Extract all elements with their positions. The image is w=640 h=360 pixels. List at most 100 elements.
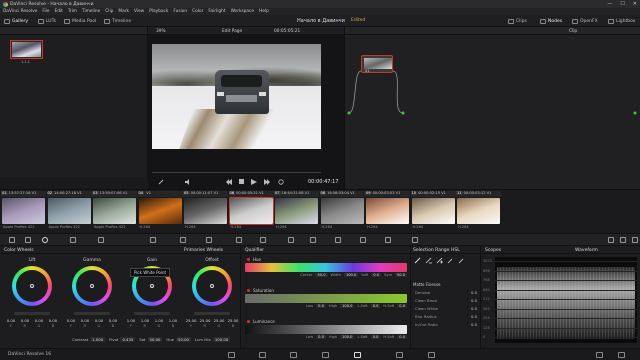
menu-fairlight[interactable]: Fairlight <box>208 9 225 14</box>
stop-icon[interactable] <box>239 179 245 185</box>
menu-clip[interactable]: Clip <box>105 9 113 14</box>
wheel-value-r[interactable]: 25.00 <box>200 318 211 323</box>
hue-sym-value[interactable]: 50.0 <box>394 273 407 277</box>
corrector-node-01[interactable]: 01 <box>361 55 393 73</box>
color-wheel[interactable] <box>72 266 112 306</box>
menu-trim[interactable]: Trim <box>68 9 77 14</box>
master-wheel-slider[interactable] <box>194 312 230 315</box>
menu-color[interactable]: Color <box>192 9 203 14</box>
page-fairlight-icon[interactable] <box>396 352 403 358</box>
lum-high-value[interactable]: 100.0 <box>340 335 355 339</box>
media-pool-button[interactable]: Media Pool <box>64 17 96 25</box>
wheel-value-r[interactable]: 0.00 <box>81 318 89 323</box>
palette-icon[interactable] <box>310 237 316 243</box>
wheel-value-y[interactable]: 0.00 <box>67 318 75 323</box>
wheel-value-r[interactable]: 0.00 <box>21 318 29 323</box>
clip-thumbnail[interactable]: 09 00:00:03:03 V1 H.264 <box>365 190 410 234</box>
zoom-level[interactable]: 39% <box>156 29 166 34</box>
color-wheel[interactable] <box>192 266 232 306</box>
gallery-button[interactable]: Gallery <box>4 17 28 25</box>
wheel-handle[interactable] <box>210 284 214 288</box>
matte-finesse-row[interactable]: In/Out Ratio 0.0 <box>411 321 481 329</box>
matte-finesse-row[interactable]: Blur Radius 0.0 <box>411 313 481 321</box>
audio-icon[interactable] <box>184 179 190 185</box>
palette-icon[interactable] <box>98 237 104 243</box>
master-wheel-slider[interactable] <box>74 312 110 315</box>
scrubber-bar[interactable] <box>152 172 321 173</box>
palette-icon[interactable] <box>620 237 626 243</box>
adjust-value[interactable]: 100.00 <box>212 336 231 342</box>
lum-low-value[interactable]: 0.0 <box>316 335 326 339</box>
wheel-value-b[interactable]: 0.00 <box>49 318 57 323</box>
home-icon[interactable] <box>596 352 603 358</box>
clip-thumbnail[interactable]: 05 00:00:11:07 V1 H.264 <box>183 190 228 234</box>
adjust-value[interactable]: 50.00 <box>147 336 163 342</box>
clip-thumbnail[interactable]: 01 13:57:27:16 V1 Apple ProRes 422 <box>1 190 46 234</box>
palette-icon[interactable] <box>236 237 242 243</box>
clip-thumbnail[interactable]: 06 00:00:05:21 V1 H.264 <box>228 190 274 234</box>
scope-mode-select[interactable]: Waveform <box>575 248 598 253</box>
palette-icon[interactable] <box>9 237 15 243</box>
wheel-handle[interactable] <box>90 284 94 288</box>
wheel-value-g[interactable]: 0.00 <box>95 318 103 323</box>
pen-tool-icon[interactable] <box>158 179 164 185</box>
luts-button[interactable]: LUTs <box>38 17 56 25</box>
palette-icon[interactable] <box>385 237 391 243</box>
menu-playback[interactable]: Playback <box>149 9 168 14</box>
palette-icon[interactable] <box>608 237 614 243</box>
timeline-button[interactable]: Timeline <box>104 17 131 25</box>
qualifier-mode-select[interactable]: HSL <box>451 248 460 253</box>
wheel-handle[interactable] <box>30 284 34 288</box>
fast-forward-icon[interactable] <box>264 179 270 185</box>
close-button[interactable]: ✕ <box>633 0 637 8</box>
clip-thumbnail[interactable]: 11 00:00:03:12 V1 H.264 <box>456 190 501 234</box>
wheel-value-b[interactable]: 25.00 <box>228 318 239 323</box>
palette-icon[interactable] <box>25 237 31 243</box>
node-mode-select[interactable]: Clip <box>569 29 577 34</box>
picker-minus-icon[interactable] <box>425 257 432 264</box>
loop-icon[interactable] <box>278 179 284 185</box>
palette-icon[interactable] <box>70 237 76 243</box>
menu-timeline[interactable]: Timeline <box>82 9 100 14</box>
palette-icon[interactable] <box>360 237 366 243</box>
palette-icon[interactable] <box>412 237 418 243</box>
clip-thumbnail[interactable]: 03 13:50:07:06 V1 Apple ProRes 422 <box>92 190 137 234</box>
palette-icon[interactable] <box>42 237 48 243</box>
master-wheel-slider[interactable] <box>14 312 50 315</box>
page-color-icon[interactable] <box>354 352 361 358</box>
matte-finesse-row[interactable]: Denoise 0.0 <box>411 289 481 297</box>
wheel-value-g[interactable]: 1.00 <box>155 318 163 323</box>
adjust-value[interactable]: 0.435 <box>120 336 136 342</box>
menu-workspace[interactable]: Workspace <box>231 9 255 14</box>
play-icon[interactable] <box>251 179 257 185</box>
settings-icon[interactable] <box>618 352 625 358</box>
wheel-value-g[interactable]: 0.00 <box>35 318 43 323</box>
gallery-still[interactable] <box>10 40 43 59</box>
page-cut-icon[interactable] <box>259 352 266 358</box>
wheel-value-y[interactable]: 0.00 <box>7 318 15 323</box>
menu-edit[interactable]: Edit <box>55 9 63 14</box>
palette-icon[interactable] <box>180 237 186 243</box>
clip-thumbnail[interactable]: 07 16:44:31:08 V1 H.264 <box>274 190 319 234</box>
palette-icon[interactable] <box>260 237 266 243</box>
sat-hsoft-value[interactable]: 0.0 <box>397 304 407 308</box>
hue-bar[interactable] <box>245 263 407 272</box>
adjust-value[interactable]: 50.00 <box>176 336 191 342</box>
page-fusion-icon[interactable] <box>322 352 329 358</box>
clip-thumbnail[interactable]: 02 14:00:27:18 V1 Apple ProRes 422 <box>46 190 92 234</box>
menu-help[interactable]: Help <box>259 9 269 14</box>
wheel-value-r[interactable]: 1.00 <box>141 318 149 323</box>
menu-fusion[interactable]: Fusion <box>173 9 187 14</box>
sat-low-value[interactable]: 0.0 <box>316 304 326 308</box>
menu-view[interactable]: View <box>134 9 144 14</box>
clip-thumbnail[interactable]: 08 16:58:03:04 V1 H.264 <box>319 190 365 234</box>
hue-center-value[interactable]: 50.0 <box>315 273 328 277</box>
palette-icon[interactable] <box>288 237 294 243</box>
saturation-bar[interactable] <box>245 294 407 303</box>
nodes-button[interactable]: Nodes <box>540 17 562 25</box>
master-wheel-slider[interactable] <box>134 312 170 315</box>
openfx-button[interactable]: OpenFX <box>572 17 598 25</box>
hue-width-value[interactable]: 100.0 <box>343 273 359 277</box>
palette-icon[interactable] <box>335 237 341 243</box>
wheel-value-b[interactable]: 0.00 <box>109 318 117 323</box>
